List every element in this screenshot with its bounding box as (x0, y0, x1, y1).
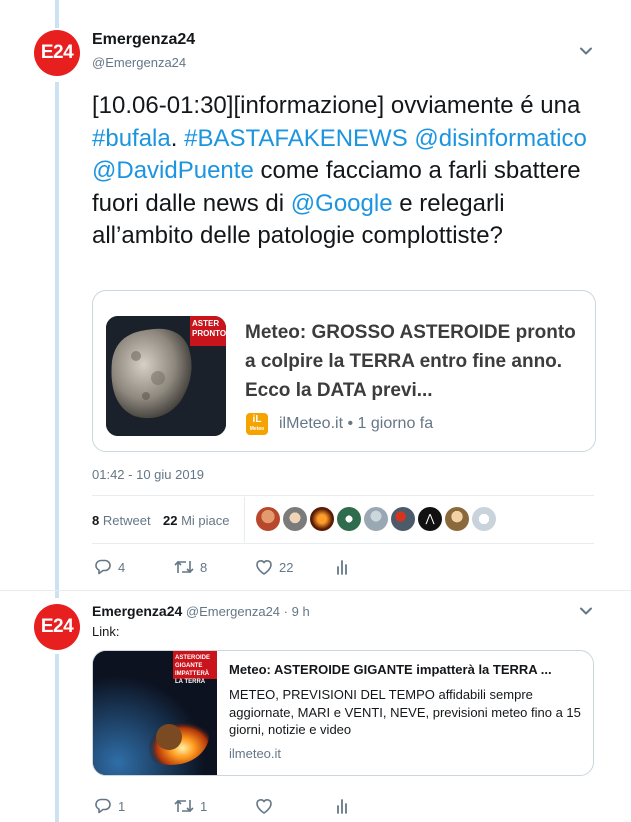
heart-icon (256, 799, 272, 814)
divider (0, 590, 631, 591)
card-image: ASTEROIDE GIGANTE IMPATTERÀ LA TERRA (93, 651, 217, 775)
reply-text: Link: (92, 624, 120, 639)
avatar[interactable] (256, 507, 280, 531)
like-stats[interactable]: 22 Mi piace (163, 513, 230, 528)
link-card[interactable]: ASTER PRONTO Meteo: GROSSO ASTEROIDE pro… (92, 290, 596, 452)
analytics-icon (337, 560, 347, 575)
thread-line-bottom (55, 654, 59, 822)
heart-icon (256, 560, 272, 575)
hashtag-bufala[interactable]: #bufala (92, 125, 171, 152)
author-handle[interactable]: @Emergenza24 (186, 604, 280, 619)
avatar[interactable] (310, 507, 334, 531)
author-name[interactable]: Emergenza24 (92, 31, 195, 49)
card-title: Meteo: GROSSO ASTEROIDE pronto a colpire… (245, 322, 576, 401)
avatar[interactable]: E24 (34, 604, 80, 650)
divider (92, 495, 594, 496)
avatar[interactable] (283, 507, 307, 531)
reply-icon (95, 559, 111, 575)
card-image-caption: ASTEROIDE GIGANTE IMPATTERÀ LA TERRA (175, 655, 211, 685)
hashtag-bastafakenews[interactable]: #BASTAFAKENEWS (184, 125, 408, 152)
retweet-icon (174, 560, 194, 574)
avatar[interactable]: ⋀ (418, 507, 442, 531)
retweet-stats[interactable]: 8 Retweet (92, 513, 151, 528)
analytics-icon (337, 799, 347, 814)
avatar[interactable] (472, 507, 496, 531)
chevron-down-icon[interactable] (579, 44, 593, 58)
liker-avatars: ⋀ (256, 507, 496, 531)
card-source-icon: iL Meteo (246, 413, 268, 435)
avatar[interactable]: E24 (34, 30, 80, 76)
author-name[interactable]: Emergenza24 (92, 603, 182, 619)
analytics-button[interactable] (336, 558, 356, 576)
reply-time[interactable]: · 9 h (280, 604, 310, 619)
analytics-button[interactable] (336, 797, 356, 815)
mention-davidpuente[interactable]: @DavidPuente (92, 157, 254, 184)
avatar[interactable] (445, 507, 469, 531)
like-button[interactable]: 22 (255, 558, 293, 576)
avatar[interactable] (364, 507, 388, 531)
thread-line-top (55, 0, 59, 28)
card-source: ilMeteo.it • 1 giorno fa (279, 415, 434, 432)
reply-button[interactable]: 1 (94, 797, 125, 815)
stats-separator (244, 497, 245, 542)
like-button[interactable] (255, 797, 279, 815)
card-image-caption: ASTER PRONTO (192, 319, 226, 338)
retweet-icon (174, 799, 194, 813)
mention-google[interactable]: @Google (291, 190, 393, 217)
tweet-text: [10.06-01:30][informazione] ovviamente é… (92, 92, 587, 249)
reply-button[interactable]: 4 (94, 558, 125, 576)
link-card[interactable]: ASTEROIDE GIGANTE IMPATTERÀ LA TERRA Met… (92, 650, 594, 776)
reply-header: Emergenza24 @Emergenza24 · 9 h (92, 603, 310, 619)
chevron-down-icon[interactable] (579, 604, 593, 618)
reply-icon (95, 798, 111, 814)
retweet-button[interactable]: 1 (174, 797, 207, 815)
retweet-button[interactable]: 8 (174, 558, 207, 576)
card-title: Meteo: ASTEROIDE GIGANTE impatterà la TE… (229, 662, 552, 677)
card-image: ASTER PRONTO (106, 316, 226, 436)
mention-disinformatico[interactable]: @disinformatico (414, 125, 586, 152)
thread-line-main (55, 82, 59, 598)
avatar[interactable] (337, 507, 361, 531)
card-domain: ilmeteo.it (229, 746, 282, 761)
avatar[interactable] (391, 507, 415, 531)
author-handle[interactable]: @Emergenza24 (92, 55, 186, 70)
card-description: METEO, PREVISIONI DEL TEMPO affidabili s… (229, 687, 581, 737)
divider (92, 543, 594, 544)
tweet-timestamp[interactable]: 01:42 - 10 giu 2019 (92, 467, 204, 482)
